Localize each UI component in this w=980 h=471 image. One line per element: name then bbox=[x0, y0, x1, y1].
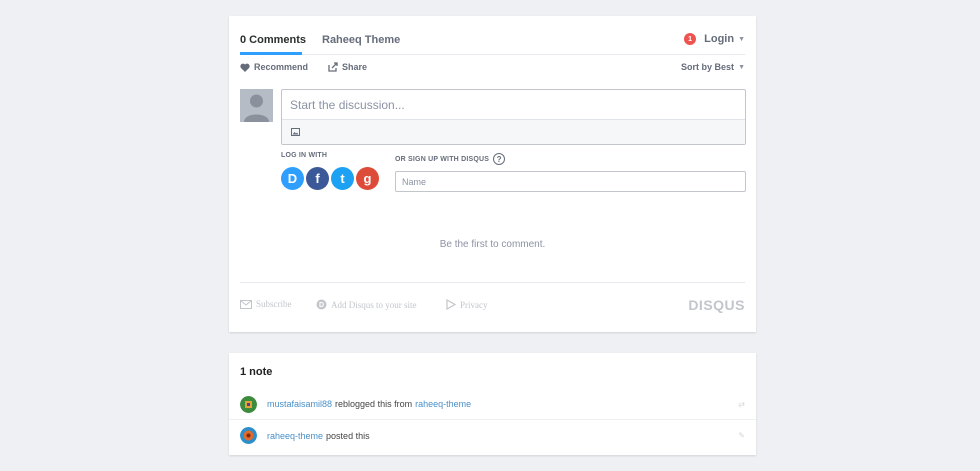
note-action: posted this bbox=[326, 430, 370, 441]
disqus-comments-panel: 0 Comments Raheeq Theme 1 Login ▼ Recomm… bbox=[229, 16, 756, 332]
share-label: Share bbox=[342, 62, 368, 72]
tab-community[interactable]: Raheeq Theme bbox=[322, 34, 400, 46]
notes-panel: 1 note mustafaisamil88 reblogged this fr… bbox=[229, 353, 756, 455]
disqus-logo[interactable]: DISQUS bbox=[688, 297, 745, 313]
sort-label: Sort by Best bbox=[681, 62, 735, 72]
note-target-link[interactable]: raheeq-theme bbox=[415, 399, 471, 409]
disqus-icon: D bbox=[287, 171, 298, 186]
add-disqus-link[interactable]: D Add Disqus to your site bbox=[316, 299, 417, 310]
empty-comments-message: Be the first to comment. bbox=[439, 239, 546, 250]
tab-comments[interactable]: 0 Comments bbox=[240, 34, 306, 46]
note-row: mustafaisamil88 reblogged this from rahe… bbox=[229, 389, 756, 420]
avatar[interactable] bbox=[240, 395, 257, 413]
composer-toolbar bbox=[282, 119, 745, 144]
twitter-login-button[interactable]: t bbox=[331, 167, 354, 190]
login-with-label: LOG IN WITH bbox=[281, 152, 328, 159]
post-icon: ✎ bbox=[738, 431, 745, 440]
disqus-login-button[interactable]: D bbox=[281, 167, 304, 190]
share-button[interactable]: Share bbox=[328, 62, 367, 72]
add-disqus-label: Add Disqus to your site bbox=[331, 299, 417, 310]
subscribe-label: Subscribe bbox=[256, 299, 292, 309]
comment-composer[interactable]: Start the discussion... bbox=[281, 89, 746, 145]
reblog-icon: ⇄ bbox=[738, 400, 745, 409]
envelope-icon bbox=[240, 299, 252, 309]
composer-placeholder: Start the discussion... bbox=[290, 98, 405, 112]
notes-title: 1 note bbox=[240, 366, 273, 378]
image-upload-icon[interactable] bbox=[291, 128, 300, 136]
twitter-icon: t bbox=[340, 171, 345, 186]
privacy-link[interactable]: Privacy bbox=[446, 299, 488, 310]
sort-dropdown[interactable]: Sort by Best ▼ bbox=[681, 62, 745, 72]
comments-subnav: Recommend Share Sort by Best ▼ bbox=[240, 62, 745, 76]
privacy-icon bbox=[446, 299, 456, 310]
facebook-login-button[interactable]: f bbox=[306, 167, 329, 190]
subscribe-link[interactable]: Subscribe bbox=[240, 299, 292, 309]
help-icon[interactable]: ? bbox=[493, 153, 506, 165]
chevron-down-icon: ▼ bbox=[738, 35, 745, 43]
active-tab-indicator bbox=[240, 52, 302, 55]
svg-text:D: D bbox=[319, 302, 324, 309]
privacy-label: Privacy bbox=[460, 299, 488, 310]
signup-text: OR SIGN UP WITH DISQUS bbox=[395, 155, 490, 163]
chevron-down-icon: ▼ bbox=[738, 63, 745, 71]
avatar[interactable] bbox=[240, 427, 257, 444]
note-row: raheeq-theme posted this ✎ bbox=[229, 420, 756, 451]
google-icon: g bbox=[363, 171, 372, 186]
share-icon bbox=[328, 62, 338, 72]
note-action: reblogged this from bbox=[335, 399, 413, 409]
note-user-link[interactable]: raheeq-theme bbox=[267, 431, 323, 441]
recommend-label: Recommend bbox=[254, 62, 309, 72]
disqus-footer: Subscribe D Add Disqus to your site Priv… bbox=[240, 282, 745, 332]
user-avatar bbox=[240, 89, 273, 122]
note-user-link[interactable]: mustafaisamil88 bbox=[267, 399, 332, 409]
disqus-small-icon: D bbox=[316, 299, 327, 310]
login-button[interactable]: 1 Login ▼ bbox=[684, 33, 745, 45]
name-field[interactable] bbox=[395, 171, 746, 192]
recommend-button[interactable]: Recommend bbox=[240, 62, 308, 72]
notification-badge: 1 bbox=[684, 33, 697, 45]
login-label: Login bbox=[704, 33, 735, 45]
heart-icon bbox=[240, 63, 250, 72]
facebook-icon: f bbox=[315, 171, 320, 186]
google-login-button[interactable]: g bbox=[356, 167, 379, 190]
user-silhouette-icon bbox=[240, 89, 273, 122]
signup-label: OR SIGN UP WITH DISQUS ? bbox=[395, 153, 506, 165]
comments-nav: 0 Comments Raheeq Theme 1 Login ▼ bbox=[240, 16, 745, 55]
